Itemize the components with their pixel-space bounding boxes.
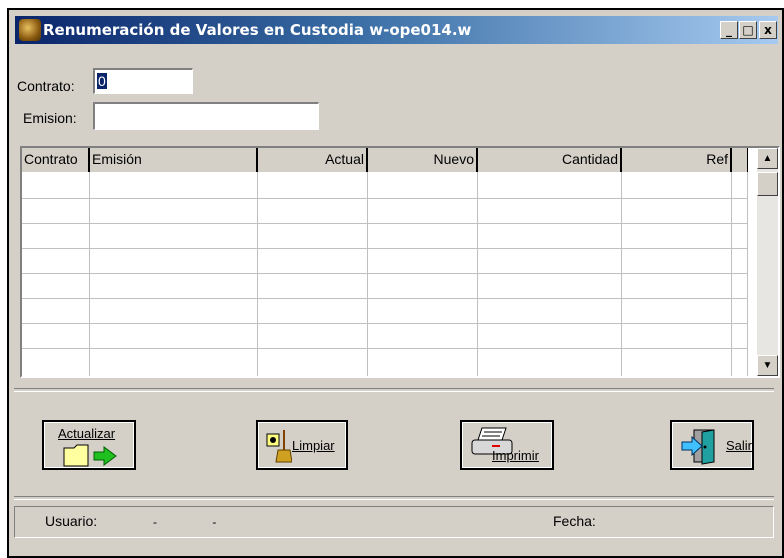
usuario-label: Usuario: xyxy=(45,513,98,529)
vertical-scrollbar[interactable]: ▲ ▼ xyxy=(757,148,778,376)
salir-button[interactable]: Salir xyxy=(670,420,754,470)
imprimir-label: Imprimir xyxy=(492,448,539,463)
close-button[interactable]: x xyxy=(759,21,777,39)
grid-line xyxy=(22,273,748,274)
emision-field[interactable] xyxy=(93,102,319,130)
title-bar[interactable]: Renumeración de Valores en Custodia w-op… xyxy=(15,16,778,44)
window-title: Renumeración de Valores en Custodia w-op… xyxy=(43,21,472,39)
contrato-field[interactable]: 0 xyxy=(93,68,193,94)
limpiar-label: Limpiar xyxy=(292,438,335,453)
limpiar-button[interactable]: Limpiar xyxy=(256,420,348,470)
imprimir-button[interactable]: Imprimir xyxy=(460,420,554,470)
grid-line xyxy=(22,348,748,349)
column-header-contrato[interactable]: Contrato xyxy=(22,148,90,172)
salir-label: Salir xyxy=(726,438,753,453)
grid-line xyxy=(22,198,748,199)
actualizar-label: Actualizar xyxy=(58,426,116,441)
minimize-button[interactable]: _ xyxy=(720,21,738,39)
column-header-cantidad[interactable]: Cantidad xyxy=(478,148,622,172)
contrato-label: Contrato: xyxy=(17,78,75,94)
emision-label: Emision: xyxy=(23,110,77,126)
column-header-actual[interactable]: Actual xyxy=(258,148,368,172)
broom-icon xyxy=(266,430,292,463)
section-divider xyxy=(14,388,774,392)
grid-line xyxy=(22,223,748,224)
actualizar-button[interactable]: Actualizar xyxy=(42,420,136,470)
grid-line xyxy=(22,323,748,324)
scroll-down-button[interactable]: ▼ xyxy=(757,355,778,376)
results-table[interactable]: Contrato Emisión Actual Nuevo Cantidad R… xyxy=(20,146,780,378)
usuario-value: - - xyxy=(153,515,243,529)
contrato-value: 0 xyxy=(97,73,107,89)
maximize-button[interactable]: □ xyxy=(739,21,757,39)
app-logo-icon xyxy=(19,19,41,41)
scroll-up-button[interactable]: ▲ xyxy=(757,148,778,169)
column-header-ref[interactable]: Ref xyxy=(622,148,732,172)
section-divider xyxy=(14,496,774,500)
column-header-extra xyxy=(732,148,748,172)
grid-line xyxy=(22,248,748,249)
column-header-nuevo[interactable]: Nuevo xyxy=(368,148,478,172)
status-bar: Usuario: - - Fecha: xyxy=(14,506,774,538)
exit-door-icon xyxy=(681,429,715,465)
column-header-emision[interactable]: Emisión xyxy=(90,148,258,172)
folder-arrow-icon xyxy=(63,444,117,467)
fecha-label: Fecha: xyxy=(553,513,596,529)
grid-line xyxy=(22,298,748,299)
scroll-thumb[interactable] xyxy=(757,172,778,196)
